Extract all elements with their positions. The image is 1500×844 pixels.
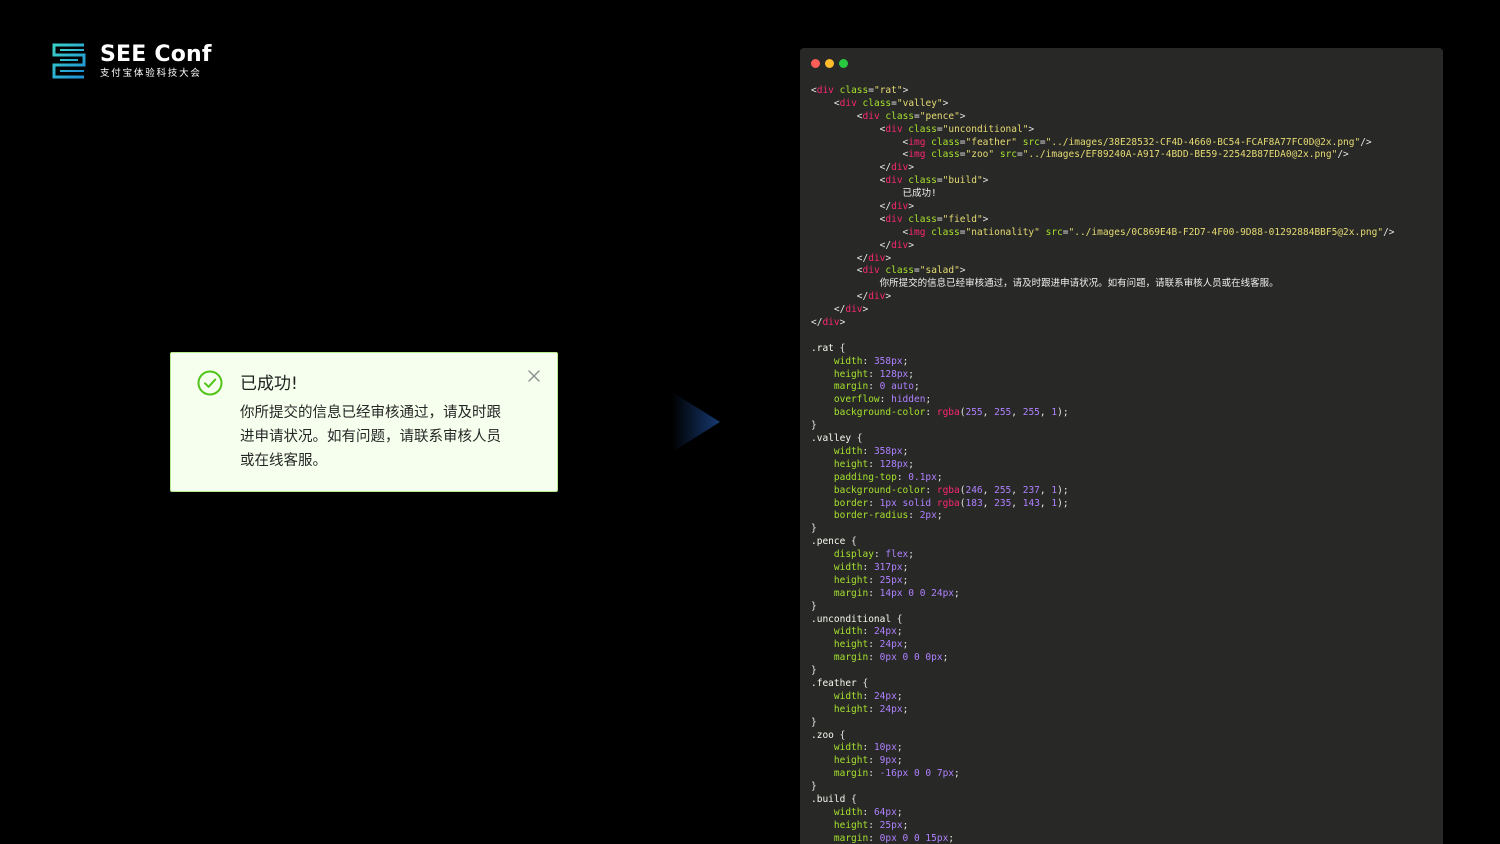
- css-property-line: margin: 0px 0 0 0px;: [833, 652, 949, 664]
- html-code-line: </div>: [856, 252, 892, 264]
- logo-subtitle: 支付宝体验科技大会: [100, 67, 202, 79]
- success-alert: 已成功! 你所提交的信息已经审核通过，请及时跟进申请状况。如有问题，请联系审核人…: [170, 352, 558, 492]
- html-code-line: </div>: [833, 304, 869, 316]
- css-close-line: }: [811, 665, 817, 677]
- css-property-line: height: 24px;: [833, 703, 909, 715]
- html-code-line: </div>: [811, 317, 846, 329]
- css-property-line: height: 25px;: [833, 819, 909, 831]
- css-property-line: height: 128px;: [833, 368, 915, 380]
- window-minimize-dot[interactable]: [825, 59, 834, 68]
- css-close-line: }: [811, 420, 817, 432]
- css-selector-line: .rat {: [811, 342, 846, 354]
- css-property-line: background-color: rgba(255, 255, 255, 1)…: [833, 407, 1069, 419]
- window-close-dot[interactable]: [811, 59, 820, 68]
- check-circle-icon: [197, 370, 223, 396]
- css-close-line: }: [811, 600, 817, 612]
- css-property-line: margin: 0 auto;: [833, 381, 920, 393]
- css-property-line: width: 24px;: [833, 626, 903, 638]
- html-code-line: <div class="build">: [879, 175, 989, 187]
- css-property-line: background-color: rgba(246, 255, 237, 1)…: [833, 484, 1069, 496]
- html-code-line: </div>: [879, 201, 914, 213]
- html-code-line: <div class="field">: [879, 213, 989, 225]
- css-property-line: width: 10px;: [833, 742, 903, 754]
- css-property-line: padding-top: 0.1px;: [833, 471, 943, 483]
- css-property-line: height: 25px;: [833, 574, 909, 586]
- css-close-line: }: [811, 781, 817, 793]
- css-property-line: overflow: hidden;: [833, 394, 932, 406]
- html-code-line: </div>: [856, 291, 892, 303]
- css-property-line: height: 128px;: [833, 458, 915, 470]
- html-code-line: 你所提交的信息已经审核通过，请及时跟进申请状况。如有问题，请联系审核人员或在线客…: [879, 278, 1279, 290]
- html-code-line: </div>: [879, 239, 914, 251]
- css-property-line: margin: 0px 0 0 15px;: [833, 832, 955, 844]
- css-property-line: display: flex;: [833, 549, 915, 561]
- css-selector-line: .unconditional {: [811, 613, 903, 625]
- html-code-line: 已成功!: [902, 188, 937, 200]
- css-selector-line: .build {: [811, 793, 857, 805]
- css-property-line: margin: 14px 0 0 24px;: [833, 587, 960, 599]
- alert-title: 已成功!: [240, 374, 298, 394]
- css-close-line: }: [811, 523, 817, 535]
- see-conf-logo-icon: [52, 43, 86, 79]
- css-property-line: width: 64px;: [833, 806, 903, 818]
- css-property-line: width: 317px;: [833, 561, 909, 573]
- close-icon[interactable]: [527, 369, 541, 383]
- html-code-line: <div class="rat">: [811, 85, 909, 96]
- window-maximize-dot[interactable]: [839, 59, 848, 68]
- css-property-line: border-radius: 2px;: [833, 510, 943, 522]
- html-code-line: <img class="feather" src="../images/38E2…: [902, 136, 1372, 148]
- arrow-right-icon: [672, 392, 720, 452]
- logo-title: SEE Conf: [100, 41, 212, 67]
- css-selector-line: .pence {: [811, 536, 857, 548]
- see-conf-logo: SEE Conf 支付宝体验科技大会: [50, 42, 212, 80]
- css-property-line: width: 358px;: [833, 355, 909, 367]
- code-listing: <div class="rat"> <div class="valley"> <…: [811, 85, 1437, 844]
- html-code-line: <div class="pence">: [856, 110, 966, 122]
- html-code-line: <img class="zoo" src="../images/EF89240A…: [902, 149, 1349, 161]
- css-selector-line: .feather {: [811, 677, 869, 689]
- css-property-line: height: 9px;: [833, 755, 903, 767]
- css-selector-line: .zoo {: [811, 729, 846, 741]
- html-code-line: <div class="valley">: [833, 97, 949, 109]
- html-code-line: <div class="unconditional">: [879, 123, 1035, 135]
- css-selector-line: .valley {: [811, 433, 863, 445]
- css-property-line: border: 1px solid rgba(183, 235, 143, 1)…: [833, 497, 1069, 509]
- html-code-line: <img class="nationality" src="../images/…: [902, 226, 1395, 238]
- html-code-line: </div>: [879, 162, 914, 174]
- window-controls: [811, 59, 848, 68]
- css-property-line: width: 24px;: [833, 690, 903, 702]
- css-property-line: width: 358px;: [833, 445, 909, 457]
- css-property-line: height: 24px;: [833, 639, 909, 651]
- html-code-line: <div class="salad">: [856, 265, 966, 277]
- code-editor-panel: <div class="rat"> <div class="valley"> <…: [800, 48, 1443, 844]
- css-close-line: }: [811, 716, 817, 728]
- css-property-line: margin: -16px 0 0 7px;: [833, 768, 960, 780]
- alert-description: 你所提交的信息已经审核通过，请及时跟进申请状况。如有问题，请联系审核人员或在线客…: [240, 405, 501, 469]
